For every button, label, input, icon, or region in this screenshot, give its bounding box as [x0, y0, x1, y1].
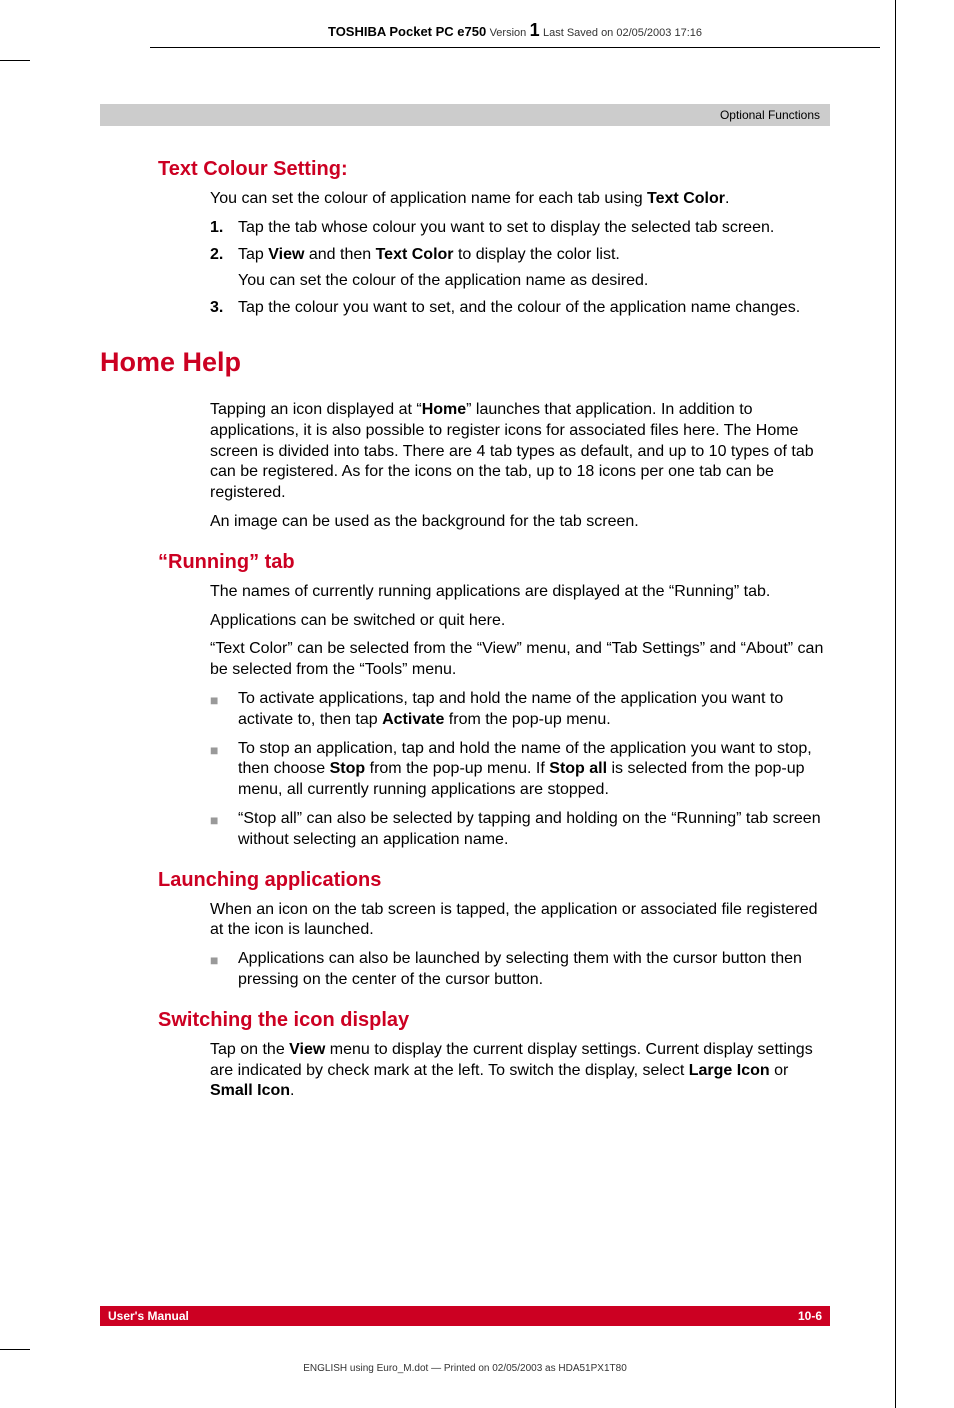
- paragraph: Tapping an icon displayed at “Home” laun…: [210, 400, 830, 504]
- page-content: TOSHIBA Pocket PC e750 Version 1 Last Sa…: [100, 0, 930, 1102]
- heading-text-colour: Text Colour Setting:: [158, 158, 830, 181]
- square-bullet-icon: ■: [210, 739, 238, 801]
- footer-left: User's Manual: [108, 1306, 189, 1326]
- footer-print-info: ENGLISH using Euro_M.dot — Printed on 02…: [100, 1363, 830, 1374]
- text: .: [290, 1082, 294, 1099]
- page-header: TOSHIBA Pocket PC e750 Version 1 Last Sa…: [100, 20, 930, 47]
- heading-running: “Running” tab: [158, 551, 830, 574]
- crop-mark: [0, 1349, 30, 1350]
- text: from the pop-up menu.: [444, 711, 610, 728]
- sub-text: You can set the colour of the applicatio…: [238, 271, 830, 292]
- text-bold: View: [268, 246, 304, 263]
- paragraph: The names of currently running applicati…: [210, 582, 830, 603]
- paragraph: When an icon on the tab screen is tapped…: [210, 900, 830, 942]
- paragraph: “Text Color” can be selected from the “V…: [210, 639, 830, 681]
- footer-bar: User's Manual 10-6: [100, 1306, 830, 1326]
- item-text: Tap the tab whose colour you want to set…: [238, 218, 774, 239]
- content-area: Text Colour Setting: You can set the col…: [100, 126, 830, 1102]
- text: or: [770, 1062, 789, 1079]
- heading-home-help: Home Help: [100, 347, 830, 378]
- square-bullet-icon: ■: [210, 689, 238, 731]
- heading-launching: Launching applications: [158, 869, 830, 892]
- item-text: Tap View and then Text Color to display …: [238, 245, 620, 266]
- bullet-item: ■ To activate applications, tap and hold…: [210, 689, 830, 731]
- item-text: To stop an application, tap and hold the…: [238, 739, 830, 801]
- text: Tap: [238, 246, 268, 263]
- paragraph: An image can be used as the background f…: [210, 512, 830, 533]
- heading-switching: Switching the icon display: [158, 1009, 830, 1032]
- text: Tapping an icon displayed at “: [210, 401, 422, 418]
- section-bar: Optional Functions: [100, 104, 830, 126]
- paragraph: You can set the colour of application na…: [210, 189, 830, 210]
- text: You can set the colour of application na…: [210, 190, 647, 207]
- ordered-item: 3. Tap the colour you want to set, and t…: [210, 298, 830, 319]
- saved-date: Last Saved on 02/05/2003 17:16: [543, 27, 702, 39]
- square-bullet-icon: ■: [210, 949, 238, 991]
- square-bullet-icon: ■: [210, 809, 238, 851]
- text: to display the color list.: [454, 246, 620, 263]
- item-text: To activate applications, tap and hold t…: [238, 689, 830, 731]
- text-bold: Stop all: [549, 760, 607, 777]
- version-label: Version: [490, 27, 527, 39]
- product-name: TOSHIBA Pocket PC e750: [328, 24, 486, 39]
- bullet-item: ■ Applications can also be launched by s…: [210, 949, 830, 991]
- bullet-item: ■ To stop an application, tap and hold t…: [210, 739, 830, 801]
- item-number: 1.: [210, 218, 238, 239]
- bullet-item: ■ “Stop all” can also be selected by tap…: [210, 809, 830, 851]
- item-text: “Stop all” can also be selected by tappi…: [238, 809, 830, 851]
- crop-mark: [0, 60, 30, 61]
- paragraph: Applications can be switched or quit her…: [210, 611, 830, 632]
- text-bold: Small Icon: [210, 1082, 290, 1099]
- text: and then: [304, 246, 375, 263]
- item-text: Applications can also be launched by sel…: [238, 949, 830, 991]
- text: from the pop-up menu. If: [365, 760, 549, 777]
- text-bold: Stop: [330, 760, 366, 777]
- ordered-item: 2. Tap View and then Text Color to displ…: [210, 245, 830, 266]
- item-number: 3.: [210, 298, 238, 319]
- header-rule: [150, 47, 880, 48]
- text-bold: Text Color: [647, 190, 725, 207]
- footer-right: 10-6: [798, 1306, 822, 1326]
- version-number: 1: [530, 20, 540, 40]
- text-bold: Large Icon: [689, 1062, 770, 1079]
- paragraph: Tap on the View menu to display the curr…: [210, 1040, 830, 1102]
- text: .: [725, 190, 729, 207]
- text: Tap on the: [210, 1041, 289, 1058]
- item-number: 2.: [210, 245, 238, 266]
- item-text: Tap the colour you want to set, and the …: [238, 298, 800, 319]
- text-bold: View: [289, 1041, 325, 1058]
- text-bold: Activate: [382, 711, 444, 728]
- text-bold: Text Color: [376, 246, 454, 263]
- ordered-item: 1. Tap the tab whose colour you want to …: [210, 218, 830, 239]
- section-title: Optional Functions: [720, 108, 820, 122]
- text-bold: Home: [422, 401, 466, 418]
